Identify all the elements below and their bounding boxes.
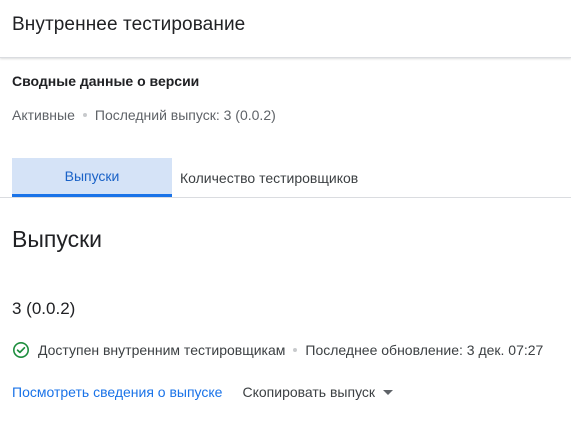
page-header: Внутреннее тестирование [0,0,571,58]
copy-release-label: Скопировать выпуск [242,384,376,400]
release-name: 3 (0.0.2) [12,299,76,318]
tab-bar: Выпуски Количество тестировщиков [0,158,571,198]
check-circle-icon [12,341,30,359]
caret-down-icon [383,390,394,395]
version-summary-heading: Сводные данные о версии [12,73,200,89]
page-title: Внутреннее тестирование [12,14,246,35]
release-last-updated: Последнее обновление: 3 дек. 07:27 [305,342,544,358]
view-release-details-link[interactable]: Посмотреть сведения о выпуске [12,384,222,400]
separator-dot [293,348,298,352]
release-availability: Доступен внутренним тестировщикам [38,342,286,358]
copy-release-button[interactable]: Скопировать выпуск [242,384,394,400]
release-actions: Посмотреть сведения о выпуске Скопироват… [12,381,394,403]
tab-releases[interactable]: Выпуски [12,158,172,197]
last-release-info: Последний выпуск: 3 (0.0.2) [94,107,276,123]
section-title: Выпуски [12,226,102,252]
tab-testers-count[interactable]: Количество тестировщиков [172,158,382,197]
version-summary-row: Активные Последний выпуск: 3 (0.0.2) [12,105,276,125]
separator-dot [82,113,87,117]
release-status-row: Доступен внутренним тестировщикам Послед… [12,340,543,360]
track-status: Активные [12,107,75,123]
